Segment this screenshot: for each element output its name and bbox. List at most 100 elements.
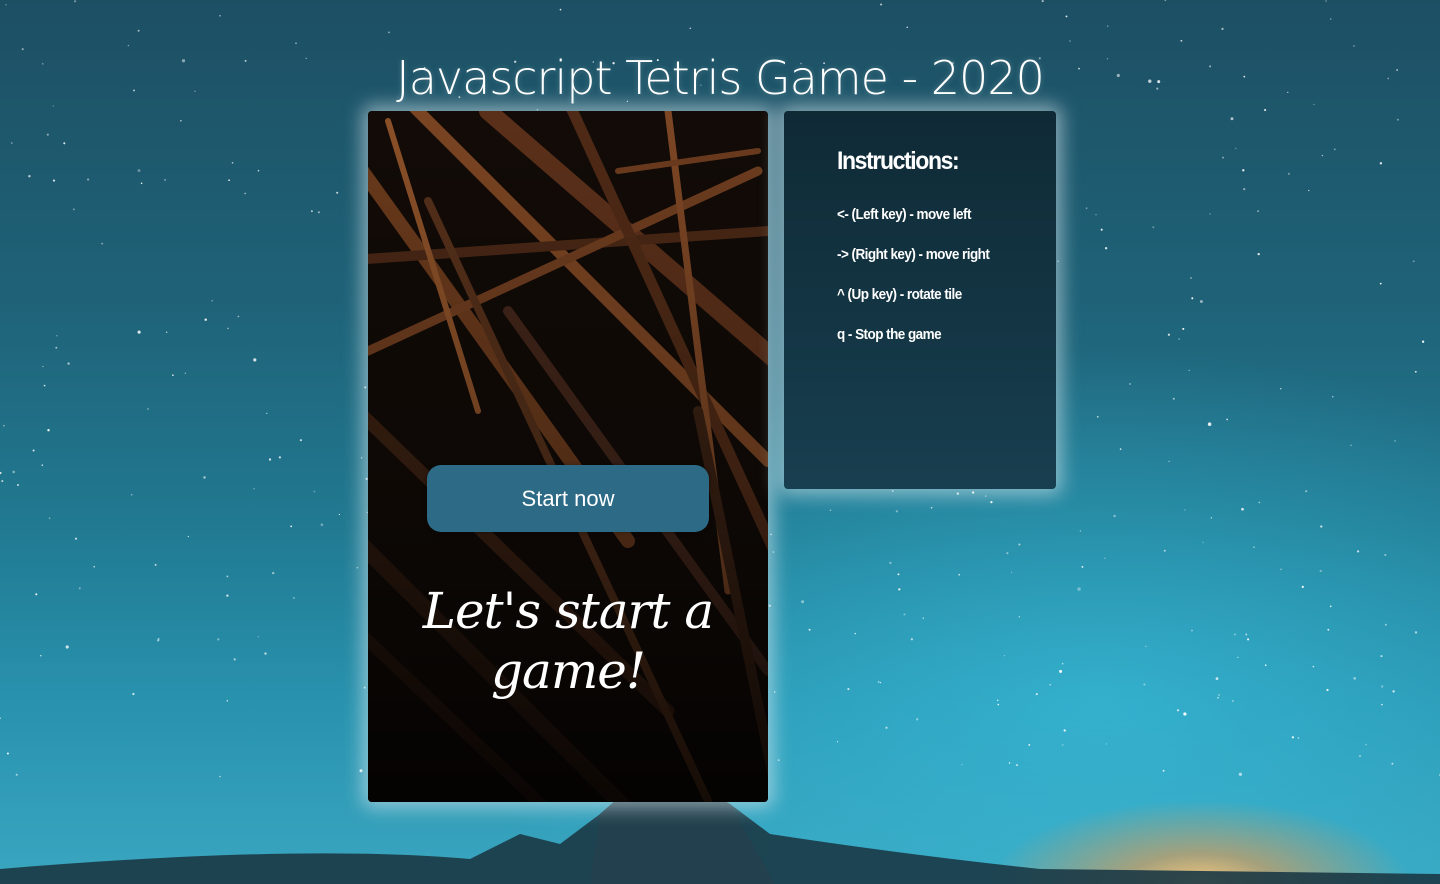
star <box>137 330 141 334</box>
star <box>203 476 206 479</box>
star <box>1015 764 1019 767</box>
star <box>28 175 31 178</box>
star <box>1305 490 1308 493</box>
star <box>1241 507 1244 511</box>
star <box>1191 297 1194 300</box>
star <box>559 8 562 11</box>
page-title: Javascript Tetris Game - 2020 <box>396 50 1045 105</box>
star <box>1365 744 1367 746</box>
star <box>1414 370 1417 373</box>
instructions-panel: Instructions: <- (Left key) - move left … <box>784 111 1056 489</box>
star <box>217 638 220 641</box>
star <box>86 178 90 181</box>
star <box>1041 0 1044 3</box>
star <box>777 759 780 761</box>
star <box>264 652 267 655</box>
star <box>41 464 44 466</box>
star <box>898 588 901 591</box>
star <box>1063 729 1066 732</box>
star <box>1003 655 1006 657</box>
star <box>1035 693 1038 696</box>
star <box>184 372 186 374</box>
star <box>204 318 207 321</box>
star <box>47 428 50 432</box>
star <box>1178 338 1180 340</box>
star <box>336 191 339 194</box>
start-button[interactable]: Start now <box>427 465 709 532</box>
star <box>1350 444 1352 447</box>
star <box>154 563 157 566</box>
star <box>1396 118 1399 121</box>
star <box>1394 440 1396 442</box>
star <box>1085 207 1088 209</box>
star <box>17 484 19 486</box>
star <box>166 331 168 333</box>
star <box>689 27 692 30</box>
star <box>180 119 182 122</box>
star <box>0 717 1 719</box>
star <box>1167 333 1170 336</box>
star <box>35 593 38 596</box>
star <box>1188 369 1190 372</box>
star <box>1247 638 1250 641</box>
star <box>895 510 899 513</box>
star <box>266 412 268 414</box>
star <box>906 26 908 29</box>
star <box>879 681 882 684</box>
star <box>257 169 260 172</box>
star <box>72 208 75 211</box>
star <box>388 31 390 34</box>
star <box>299 439 302 442</box>
star <box>1391 762 1394 765</box>
star <box>1263 108 1267 112</box>
star <box>930 506 933 509</box>
star <box>1207 422 1212 426</box>
start-message: Let's start a game! <box>422 582 714 700</box>
star <box>1264 664 1267 667</box>
star <box>1218 694 1220 696</box>
star <box>1095 214 1097 216</box>
star <box>137 169 141 173</box>
star <box>1280 568 1282 571</box>
star <box>1217 696 1219 699</box>
star <box>1113 514 1116 518</box>
star <box>5 4 7 6</box>
instruction-stop-game: q - Stop the game <box>837 326 942 343</box>
star <box>172 374 174 377</box>
star <box>52 179 56 182</box>
star <box>1018 543 1021 546</box>
star <box>48 517 51 520</box>
star <box>984 495 987 497</box>
star <box>956 492 959 495</box>
star <box>990 500 993 504</box>
star <box>1234 633 1236 636</box>
star <box>1180 39 1183 42</box>
star <box>257 636 259 638</box>
star <box>1308 189 1310 192</box>
star <box>356 566 359 569</box>
star <box>1168 460 1170 463</box>
instruction-move-right: -> (Right key) - move right <box>837 246 990 263</box>
game-board[interactable]: Start now Let's start a game! <box>368 111 768 802</box>
star <box>1287 172 1290 175</box>
instruction-rotate-tile: ^ (Up key) - rotate tile <box>837 286 962 303</box>
star <box>1049 683 1051 686</box>
star <box>961 764 963 766</box>
star <box>295 42 297 44</box>
star <box>93 565 96 568</box>
star <box>1327 628 1330 631</box>
star <box>10 142 13 144</box>
star <box>1380 703 1383 706</box>
star <box>65 645 69 649</box>
star <box>1008 762 1011 764</box>
star <box>55 346 58 349</box>
star <box>971 491 975 494</box>
star <box>1319 569 1322 573</box>
star <box>1421 340 1425 343</box>
star <box>768 604 771 607</box>
star <box>1243 187 1246 191</box>
star <box>1242 169 1245 172</box>
star <box>829 509 832 511</box>
star <box>12 470 16 474</box>
star <box>219 775 221 778</box>
